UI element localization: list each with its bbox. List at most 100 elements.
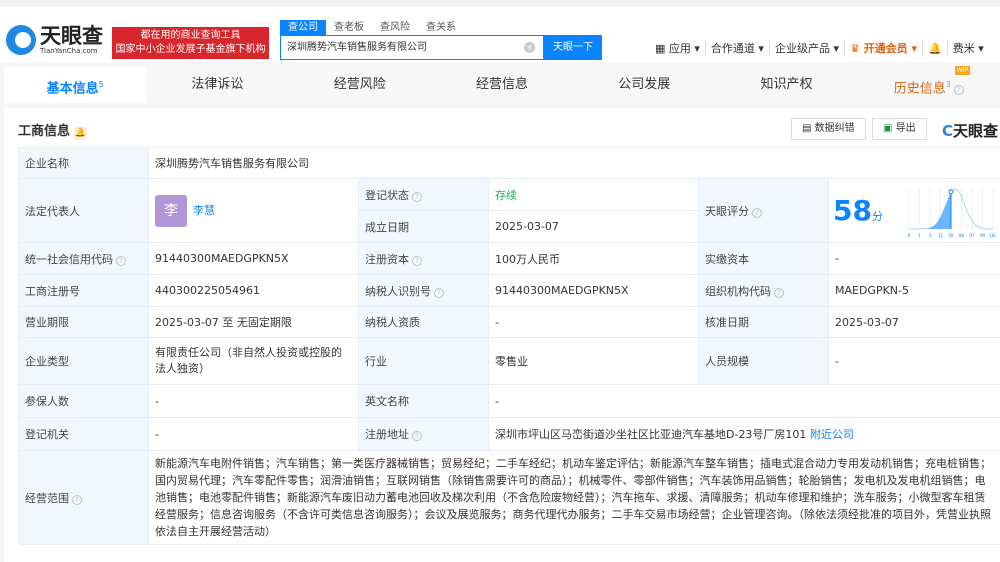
- score-chart: 0 1 3 11 50 89 97 99 100: [908, 188, 996, 238]
- org-code-value: MAEDGPKN-5: [827, 274, 1000, 307]
- user-menu[interactable]: 费米 ▾: [948, 40, 989, 56]
- label: 法定代表人: [18, 178, 149, 243]
- help-icon[interactable]: ?: [774, 287, 784, 298]
- top-bar: 天眼查 TianYanCha.com 都在用的商业查询工具国家中小企业发展子基金旗…: [0, 0, 1000, 62]
- nav-label: 应用: [668, 42, 691, 55]
- help-icon[interactable]: ?: [72, 494, 82, 505]
- tab-development[interactable]: 公司发展: [573, 67, 715, 103]
- label: 核准日期: [698, 306, 829, 338]
- help-icon[interactable]: ?: [116, 255, 126, 266]
- label: 注册资本: [365, 252, 409, 266]
- export-button[interactable]: ▣ 导出: [872, 118, 927, 140]
- x-tick-label: 1: [918, 233, 921, 238]
- tab-history[interactable]: WIP 历史信息3?: [858, 66, 1000, 103]
- help-icon[interactable]: ?: [412, 191, 422, 202]
- label: 纳税人资质: [358, 306, 489, 338]
- x-tick-label: 3: [929, 233, 932, 238]
- wip-badge: WIP: [954, 66, 970, 75]
- logo-icon: [6, 25, 36, 55]
- help-icon[interactable]: ?: [953, 85, 964, 96]
- nearby-companies-link[interactable]: 附近公司: [810, 428, 854, 441]
- avatar: 李: [155, 194, 187, 227]
- search-tab-boss[interactable]: 查老板: [326, 20, 372, 35]
- tab-operation[interactable]: 经营信息: [431, 67, 573, 103]
- label: 成立日期: [358, 210, 489, 243]
- x-tick-label: 100: [989, 233, 996, 238]
- button-label: 数据纠错: [814, 123, 855, 134]
- search-input[interactable]: 深圳腾势汽车销售服务有限公司 ×: [280, 35, 544, 60]
- edit-icon: ▤: [802, 123, 815, 134]
- company-name: 深圳腾势汽车销售服务有限公司: [147, 147, 1000, 179]
- logo-icon: C: [941, 122, 953, 140]
- paid-value: -: [827, 242, 1000, 275]
- search-button[interactable]: 天眼一下: [544, 35, 602, 60]
- tab-risk[interactable]: 经营风险: [289, 67, 431, 103]
- legal-rep-link[interactable]: 李慧: [193, 204, 215, 217]
- brand-logo: C天眼查: [942, 120, 998, 141]
- nav-partner[interactable]: 合作通道 ▾: [706, 40, 770, 56]
- excel-icon: ▣: [883, 123, 896, 134]
- help-icon[interactable]: ?: [412, 431, 422, 441]
- crown-icon: ♛: [849, 42, 864, 55]
- label: 实缴资本: [698, 242, 829, 275]
- search-value: 深圳腾势汽车销售服务有限公司: [287, 42, 427, 53]
- search-tab-relation[interactable]: 查关系: [418, 20, 464, 35]
- tab-bar: 基本信息5 法律诉讼 经营风险 经营信息 公司发展 知识产权 WIP 历史信息3?: [4, 66, 1000, 103]
- x-tick-label: 97: [970, 233, 976, 238]
- term-value: 2025-03-07 至 无固定期限: [148, 306, 359, 338]
- bell-icon[interactable]: 🔔: [74, 127, 88, 140]
- status-value: 存续: [488, 178, 699, 211]
- slogan-line: 都在用的商业查询工具: [140, 30, 241, 41]
- reg-no-value: 440300225054961: [148, 274, 359, 307]
- label: 企业类型: [18, 337, 149, 385]
- nav-enterprise[interactable]: 企业级产品 ▾: [770, 40, 845, 56]
- credit-code-value: 91440300MAEDGPKN5X: [148, 242, 359, 275]
- help-icon[interactable]: ?: [412, 255, 422, 266]
- tab-count: 3: [945, 80, 951, 89]
- nav-vip[interactable]: ♛ 开通会员 ▾: [845, 40, 924, 56]
- score-unit: 分: [871, 210, 883, 223]
- x-tick-label: 0: [908, 233, 911, 238]
- brand-text: 天眼查: [952, 122, 998, 140]
- nav-label: 企业级产品: [774, 42, 830, 55]
- nav-label: 开通会员: [863, 42, 908, 55]
- slogan-banner[interactable]: 都在用的商业查询工具国家中小企业发展子基金旗下机构: [112, 27, 269, 59]
- logo[interactable]: 天眼查 TianYanCha.com: [6, 25, 103, 55]
- label: 登记状态: [365, 188, 409, 202]
- x-tick-label: 99: [980, 233, 986, 238]
- industry-value: 零售业: [488, 337, 699, 385]
- bell-icon[interactable]: 🔔: [923, 41, 948, 55]
- nav-apps[interactable]: ▦ 应用 ▾: [650, 40, 706, 56]
- grid-icon: ▦: [655, 42, 669, 55]
- info-table: 企业名称 深圳腾势汽车销售服务有限公司 法定代表人 李李慧 登记状态? 存续 天眼评…: [18, 147, 1000, 545]
- clear-icon[interactable]: ×: [524, 42, 535, 53]
- staff-value: -: [827, 337, 1000, 385]
- tab-basic-info[interactable]: 基本信息5: [4, 67, 147, 103]
- taxpayer-qual-value: -: [488, 306, 699, 338]
- label: 注册地址: [365, 428, 409, 441]
- label: 人员规模: [698, 337, 829, 385]
- type-value: 有限责任公司（非自然人投资或控股的法人独资）: [148, 337, 359, 385]
- tab-label: 历史信息: [893, 81, 946, 97]
- tab-label: 基本信息: [46, 81, 99, 97]
- slogan-line: 国家中小企业发展子基金旗下机构: [115, 44, 266, 55]
- label: 英文名称: [358, 384, 489, 418]
- help-icon[interactable]: ?: [434, 287, 444, 298]
- nav-label: 费米: [952, 42, 975, 55]
- nav-label: 合作通道: [710, 42, 755, 55]
- button-label: 导出: [895, 123, 916, 134]
- search-tab-risk[interactable]: 查风险: [372, 20, 418, 35]
- address-value: 深圳市坪山区马峦街道沙坐社区比亚迪汽车基地D-23号厂房101: [495, 428, 807, 441]
- x-tick-label: 89: [959, 233, 965, 238]
- search-tab-company[interactable]: 查公司: [280, 20, 326, 35]
- report-error-button[interactable]: ▤ 数据纠错: [791, 118, 866, 140]
- section-title: 工商信息: [18, 124, 71, 139]
- label: 营业期限: [18, 306, 149, 338]
- tab-legal[interactable]: 法律诉讼: [146, 67, 288, 103]
- label: 统一社会信用代码: [25, 252, 113, 266]
- label: 天眼评分: [705, 204, 749, 218]
- tab-ip[interactable]: 知识产权: [715, 67, 857, 103]
- founded-value: 2025-03-07: [488, 210, 699, 243]
- help-icon[interactable]: ?: [752, 207, 762, 218]
- approve-value: 2025-03-07: [827, 306, 1000, 338]
